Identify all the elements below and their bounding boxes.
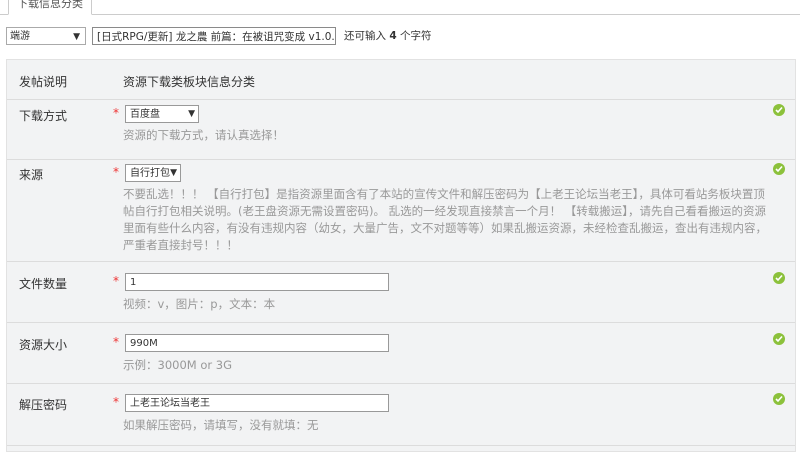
field-row-source: 来源 * 自行打包 ▼ 不要乱选！！！ 【自行打包】是指资源里面含有了本站的宣传… [7,160,795,262]
required-mark: * [113,335,119,349]
tab-bar: 下载信息分类 [0,0,800,15]
source-select[interactable]: 自行打包 ▼ [125,164,181,182]
field-label: 下载方式 [19,109,68,123]
field-label: 来源 [19,168,44,182]
field-row-resource-size: 资源大小 * 990M 示例：3000M or 3G [7,323,795,384]
field-row-file-count: 文件数量 * 1 视频：v，图片：p，文本：本 [7,262,795,323]
select-value: 百度盘 [130,109,160,120]
field-desc: 不要乱选！！！ 【自行打包】是指资源里面含有了本站的宣传文件和解压密码为【上老王… [123,187,767,252]
file-count-input[interactable]: 1 [125,273,389,291]
field-desc: 如果解压密码，请填写，没有就填：无 [123,418,319,432]
check-circle-icon [773,393,785,405]
title-row: 端游 ▼ [日式RPG/更新] 龙之農 前篇：在被诅咒变成 v1.0.2 AI汉… [6,27,796,47]
type-select-value: 端游 [10,31,30,42]
chevron-down-icon: ▼ [188,109,195,119]
required-mark: * [113,165,119,179]
field-label: 解压密码 [19,398,68,412]
check-circle-icon [773,333,785,345]
field-label: 资源大小 [19,338,68,352]
field-desc: 资源的下载方式，请认真选择！ [123,128,284,142]
check-circle-icon [773,163,785,175]
field-row-unzip-password: 解压密码 * 上老王论坛当老王 如果解压密码，请填写，没有就填：无 [7,384,795,446]
title-char-hint: 还可输入 4 个字符 [344,27,432,45]
category-title: 资源下载类板块信息分类 [123,75,256,89]
chevron-down-icon: ▼ [73,32,80,42]
form-header-row: 发帖说明 资源下载类板块信息分类 [7,60,795,100]
check-circle-icon [773,104,785,116]
chevron-down-icon: ▼ [170,168,177,178]
tab-download-info[interactable]: 下载信息分类 [8,0,92,15]
field-desc: 视频：v，图片：p，文本：本 [123,297,276,311]
check-circle-icon [773,272,785,284]
required-mark: * [113,274,119,288]
hint-prefix: 还可输入 [344,30,386,42]
required-mark: * [113,395,119,409]
title-input[interactable]: [日式RPG/更新] 龙之農 前篇：在被诅咒变成 v1.0.2 AI汉 [92,27,336,45]
resource-size-input[interactable]: 990M [125,334,389,352]
required-mark: * [113,106,119,120]
field-desc: 示例：3000M or 3G [123,358,232,372]
select-value: 自行打包 [130,168,170,179]
field-label: 文件数量 [19,277,68,291]
type-select[interactable]: 端游 ▼ [6,27,86,45]
hint-suffix: 个字符 [400,30,432,42]
unzip-password-input[interactable]: 上老王论坛当老王 [125,394,389,412]
download-method-select[interactable]: 百度盘 ▼ [125,105,199,123]
field-row-download-method: 下载方式 * 百度盘 ▼ 资源的下载方式，请认真选择！ [7,100,795,160]
hint-count: 4 [389,30,397,42]
post-instructions-label: 发帖说明 [19,75,68,89]
form-panel: 发帖说明 资源下载类板块信息分类 下载方式 * 百度盘 ▼ 资源的下载方式，请认… [6,59,796,452]
